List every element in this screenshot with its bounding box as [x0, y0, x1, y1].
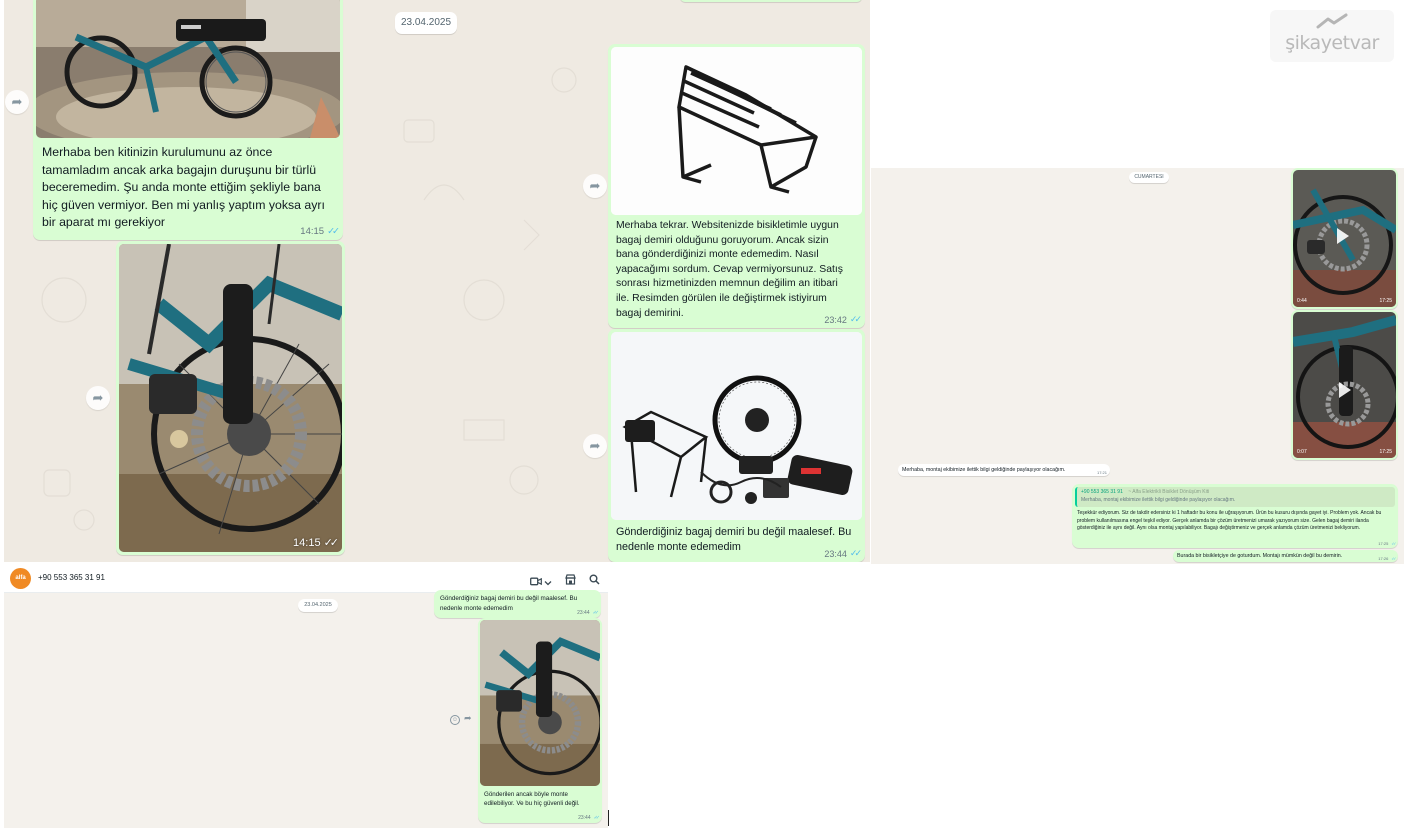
- reply-message[interactable]: +90 553 365 31 91 ~ Alfa Elektrikli Bisi…: [1072, 484, 1398, 548]
- double-check-icon: ✓✓: [849, 549, 862, 559]
- message-time: 17:21: [1096, 470, 1107, 475]
- message-bubble-photo-caption[interactable]: Merhaba ben kitinizin kurulumunu az önce…: [33, 0, 343, 240]
- message-bubble-photo[interactable]: 14:15 ✓✓: [116, 241, 345, 555]
- message-bubble-kit[interactable]: Gönderdiğiniz bagaj demiri bu değil maal…: [608, 329, 865, 562]
- message-time: 23:44: [577, 610, 590, 616]
- double-check-icon: ✓✓: [593, 815, 601, 821]
- disc-brake-photo-small[interactable]: [480, 620, 600, 786]
- photo-meta: 14:15 ✓✓: [293, 536, 340, 549]
- date-chip: 23.04.2025: [395, 12, 457, 34]
- chevron-down-icon[interactable]: [544, 574, 552, 586]
- message-time: 17:26: [1378, 556, 1389, 561]
- disc-brake-photo[interactable]: 14:15 ✓✓: [119, 244, 342, 552]
- incoming-message[interactable]: Merhaba, montaj ekibimize ilettik bilgi …: [898, 464, 1110, 476]
- emoji-icon[interactable]: ☺: [450, 715, 460, 725]
- chat-panel-right: CUMARTESI 0:44 17:25 0:07 17:25 Merhaba,…: [871, 168, 1404, 564]
- bike-photo-folded[interactable]: [36, 0, 340, 138]
- bike-folded-image: [36, 0, 340, 138]
- disc-brake-image-small: [480, 620, 600, 786]
- message-text: Merhaba, montaj ekibimize ilettik bilgi …: [902, 467, 1066, 473]
- forward-icon[interactable]: ➦: [5, 90, 29, 114]
- video-time: 17:25: [1379, 449, 1392, 455]
- message-bubble[interactable]: Gönderdiğiniz bagaj demiri bu değil maal…: [434, 590, 601, 618]
- message-meta: 23:44 ✓✓: [824, 549, 862, 559]
- watermark-logo: şikayetvar: [1270, 10, 1394, 62]
- message-text: Burada bir bisikletçiye de goturdum. Mon…: [1177, 553, 1343, 559]
- message-text: Merhaba tekrar. Websitenizde bisikletiml…: [616, 220, 843, 319]
- video-frame-wheel: [1293, 170, 1396, 307]
- double-check-icon: ✓✓: [1391, 541, 1396, 546]
- video-time: 17:25: [1379, 298, 1392, 304]
- double-check-icon: ✓✓: [323, 536, 340, 549]
- message-text: Gönderilen ancak böyle monte edilebiliyo…: [484, 791, 580, 808]
- video-icon: 0:44: [1297, 298, 1307, 304]
- message-meta: 23:44 ✓✓: [577, 610, 600, 616]
- video-frame-brake: [1293, 312, 1396, 458]
- rack-photo[interactable]: [611, 47, 862, 215]
- forward-icon[interactable]: ➦: [583, 174, 607, 198]
- forward-icon[interactable]: ➦: [583, 434, 607, 458]
- search-icon[interactable]: [589, 572, 600, 585]
- forward-icon[interactable]: ➦: [464, 714, 472, 724]
- message-time: 17:25: [1378, 541, 1389, 546]
- message-time: 23:44: [578, 815, 591, 821]
- photo-time: 14:15: [293, 536, 321, 549]
- quote-header: +90 553 365 31 91 ~ Alfa Elektrikli Bisi…: [1081, 489, 1209, 495]
- text-cursor: [608, 810, 609, 826]
- message-time: 23:42: [824, 315, 847, 325]
- kit-photo[interactable]: [611, 332, 862, 520]
- contact-number[interactable]: +90 553 365 31 91: [38, 573, 105, 582]
- message-text: Teşekkür ediyorum. Siz de takdir edersin…: [1077, 510, 1382, 531]
- double-check-icon: ✓✓: [1391, 556, 1396, 561]
- message-text: Merhaba ben kitinizin kurulumunu az önce…: [42, 145, 325, 229]
- message-meta: 17:25 ✓✓: [1378, 541, 1396, 546]
- chat-panel-main: 23.04.2025 Merhaba ben kitinizin kurulum…: [4, 0, 870, 562]
- message-text: Gönderdiğiniz bagaj demiri bu değil maal…: [440, 595, 578, 612]
- quote-sender: +90 553 365 31 91: [1081, 489, 1123, 495]
- conversion-kit-image: [611, 332, 862, 520]
- video-icon: 0:07: [1297, 449, 1307, 455]
- video-thumbnail-2[interactable]: 0:07 17:25: [1293, 312, 1396, 458]
- video-bubble-1[interactable]: 0:44 17:25: [1291, 168, 1398, 309]
- logo-mark-icon: [1316, 13, 1348, 29]
- logo-text: şikayetvar: [1285, 32, 1379, 54]
- message-meta: 23:42 ✓✓: [824, 315, 862, 325]
- message-meta: 14:15 ✓✓: [300, 226, 340, 237]
- video-thumbnail-1[interactable]: 0:44 17:25: [1293, 170, 1396, 307]
- message-bubble-rack[interactable]: Merhaba tekrar. Websitenizde bisikletiml…: [608, 44, 865, 328]
- video-bubble-2[interactable]: 0:07 17:25: [1291, 310, 1398, 460]
- chat-window-bottom: alfa +90 553 365 31 91 23.04.2025 Gönder…: [4, 564, 608, 828]
- video-call-icon[interactable]: [530, 573, 542, 586]
- message-meta: 23:44 ✓✓: [578, 815, 601, 821]
- partial-bubble-top[interactable]: [680, 0, 862, 2]
- message-time: 23:44: [824, 549, 847, 559]
- rack-image: [611, 47, 862, 215]
- date-chip: 23.04.2025: [298, 599, 338, 612]
- message-time: 14:15: [300, 226, 325, 237]
- double-check-icon: ✓✓: [592, 610, 600, 616]
- last-message[interactable]: Burada bir bisikletçiye de goturdum. Mon…: [1173, 550, 1398, 562]
- shop-icon[interactable]: [565, 572, 576, 585]
- forward-icon[interactable]: ➦: [86, 386, 110, 410]
- message-bubble-photo[interactable]: Gönderilen ancak böyle monte edilebiliyo…: [478, 618, 602, 823]
- avatar-text: alfa: [15, 575, 26, 581]
- disc-brake-image: [119, 244, 342, 552]
- double-check-icon: ✓✓: [327, 226, 340, 237]
- chat-area: 23.04.2025 Gönderdiğiniz bagaj demiri bu…: [4, 590, 608, 828]
- double-check-icon: ✓✓: [849, 315, 862, 325]
- quoted-message[interactable]: +90 553 365 31 91 ~ Alfa Elektrikli Bisi…: [1075, 487, 1395, 507]
- chat-header: alfa +90 553 365 31 91: [4, 564, 608, 593]
- avatar[interactable]: alfa: [10, 568, 31, 589]
- quote-text: Merhaba, montaj ekibimize ilettik bilgi …: [1081, 497, 1236, 503]
- message-meta: 17:26 ✓✓: [1378, 556, 1396, 561]
- date-chip: CUMARTESI: [1129, 172, 1169, 183]
- quote-label: ~ Alfa Elektrikli Bisiklet Dönüşüm Kiti: [1128, 489, 1210, 495]
